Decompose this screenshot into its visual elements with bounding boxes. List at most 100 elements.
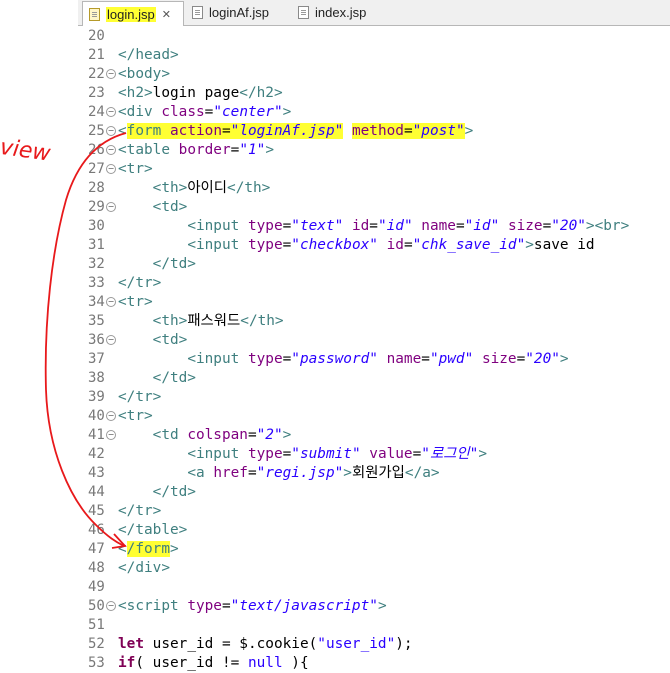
code-line[interactable]: 53 if( user_id != null ){ — [78, 654, 670, 673]
code-line[interactable]: 30 <input type="text" id="id" name="id" … — [78, 217, 670, 236]
code-line[interactable]: 52 let user_id = $.cookie("user_id"); — [78, 635, 670, 654]
code-line[interactable]: 49 — [78, 578, 670, 597]
code-line[interactable]: 43 <a href="regi.jsp">회원가입</a> — [78, 464, 670, 483]
line-number: 20 — [88, 28, 105, 44]
code-token: < — [118, 123, 127, 139]
code-line[interactable]: 47 </form> — [78, 540, 670, 559]
tab-label: login.jsp — [106, 6, 156, 22]
line-number: 47 — [88, 541, 105, 557]
code-text: <script type="text/javascript"> — [118, 597, 387, 616]
code-line[interactable]: 29− <td> — [78, 198, 670, 217]
code-token: = — [369, 218, 378, 234]
line-number: 23 — [88, 85, 105, 101]
code-token: "post" — [412, 123, 465, 139]
code-line[interactable]: 20 — [78, 27, 670, 46]
code-line[interactable]: 48 </div> — [78, 559, 670, 578]
tab-loginaf-jsp[interactable]: loginAf.jsp — [188, 1, 269, 24]
fold-toggle-icon[interactable]: − — [106, 430, 116, 440]
code-line[interactable]: 51 — [78, 616, 670, 635]
code-text: <h2>login page</h2> — [118, 84, 283, 103]
code-token: </head> — [118, 47, 179, 63]
code-line[interactable]: 24− <div class="center"> — [78, 103, 670, 122]
code-text: <tr> — [118, 160, 153, 179]
code-line[interactable]: 36− <td> — [78, 331, 670, 350]
fold-toggle-icon[interactable]: − — [106, 335, 116, 345]
code-token: </th> — [227, 180, 271, 196]
code-token: "password" — [291, 351, 378, 367]
code-token: size — [481, 351, 517, 367]
fold-toggle-icon[interactable]: − — [106, 126, 116, 136]
code-token: <input — [187, 446, 248, 462]
code-token: <a — [187, 465, 214, 481]
fold-toggle-icon[interactable]: − — [106, 601, 116, 611]
code-line[interactable]: 27− <tr> — [78, 160, 670, 179]
code-line[interactable]: 34− <tr> — [78, 293, 670, 312]
fold-toggle-icon[interactable]: − — [106, 69, 116, 79]
code-line[interactable]: 39 </tr> — [78, 388, 670, 407]
code-token: = — [247, 427, 257, 443]
code-line[interactable]: 42 <input type="submit" value="로그인"> — [78, 445, 670, 464]
code-line[interactable]: 40− <tr> — [78, 407, 670, 426]
fold-toggle-icon[interactable]: − — [106, 202, 116, 212]
fold-toggle-icon[interactable]: − — [106, 107, 116, 117]
code-token: <tr> — [118, 294, 153, 310]
code-line[interactable]: 23 <h2>login page</h2> — [78, 84, 670, 103]
code-token: user_id = $.cookie( — [144, 636, 318, 652]
code-token: border — [178, 142, 231, 158]
fold-toggle-icon[interactable]: − — [106, 411, 116, 421]
tab-index-jsp[interactable]: index.jsp — [294, 1, 366, 24]
code-token: type — [247, 237, 283, 253]
code-token: = — [542, 218, 552, 234]
code-line[interactable]: 25− <form action="loginAf.jsp" method="po… — [78, 122, 670, 141]
code-token: > — [559, 351, 569, 367]
code-line[interactable]: 38 </td> — [78, 369, 670, 388]
code-token: > — [265, 142, 274, 158]
code-line[interactable]: 28 <th>아이디</th> — [78, 179, 670, 198]
close-icon[interactable]: ✕ — [162, 8, 171, 21]
code-editor[interactable]: 20 21 </head> 22− <body> 23 <h2>login page</h2… — [78, 26, 670, 671]
code-token: = — [221, 123, 231, 139]
fold-toggle-icon[interactable]: − — [106, 145, 116, 155]
code-text: </table> — [118, 521, 187, 540]
code-line[interactable]: 50− <script type="text/javascript"> — [78, 597, 670, 616]
code-token: > — [585, 218, 595, 234]
code-token: <script — [118, 598, 188, 614]
code-line[interactable]: 33 </tr> — [78, 274, 670, 293]
tab-label: loginAf.jsp — [209, 5, 269, 20]
code-line[interactable]: 41− <td colspan="2"> — [78, 426, 670, 445]
code-text: </div> — [118, 559, 170, 578]
code-token: <br> — [594, 218, 630, 234]
tab-login-jsp[interactable]: login.jsp ✕ — [82, 1, 184, 26]
code-line[interactable]: 44 </td> — [78, 483, 670, 502]
line-number: 33 — [88, 275, 105, 291]
code-line[interactable]: 37 <input type="password" name="pwd" siz… — [78, 350, 670, 369]
line-number: 43 — [88, 465, 105, 481]
code-text: <input type="submit" value="로그인"> — [118, 445, 487, 464]
code-line[interactable]: 45 </tr> — [78, 502, 670, 521]
code-token: href — [213, 465, 248, 481]
code-token: /form — [126, 541, 170, 557]
code-token: "text/javascript" — [230, 598, 378, 614]
code-token: value — [369, 446, 413, 462]
code-token: = — [230, 142, 240, 158]
fold-toggle-icon[interactable]: − — [106, 297, 116, 307]
code-token: < — [118, 541, 127, 557]
code-line[interactable]: 32 </td> — [78, 255, 670, 274]
code-line[interactable]: 46 </table> — [78, 521, 670, 540]
code-line[interactable]: 22− <body> — [78, 65, 670, 84]
code-line[interactable]: 31 <input type="checkbox" id="chk_save_i… — [78, 236, 670, 255]
code-text: </form> — [118, 540, 179, 559]
code-token: size — [507, 218, 543, 234]
code-token: <body> — [118, 66, 170, 82]
line-number: 37 — [88, 351, 105, 367]
code-line[interactable]: 21 </head> — [78, 46, 670, 65]
fold-toggle-icon[interactable]: − — [106, 164, 116, 174]
code-line[interactable]: 26− <table border="1"> — [78, 141, 670, 160]
line-number: 30 — [88, 218, 105, 234]
code-line[interactable]: 35 <th>패스워드</th> — [78, 312, 670, 331]
